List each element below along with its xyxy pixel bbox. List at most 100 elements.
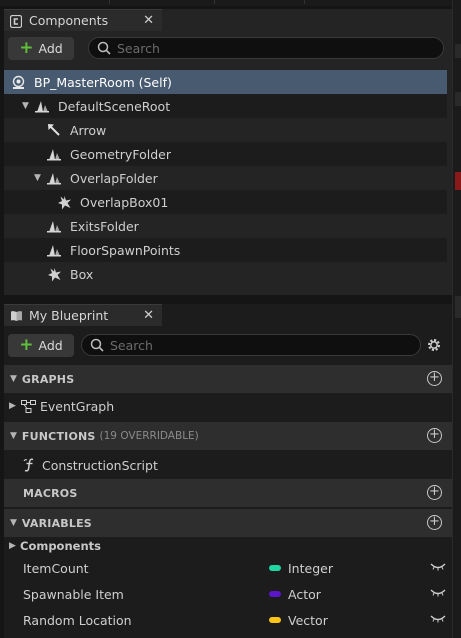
tree-label: DefaultSceneRoot bbox=[58, 98, 171, 114]
blueprint-search[interactable] bbox=[81, 334, 421, 356]
variable-type-label: Vector bbox=[288, 612, 328, 628]
scene-component-icon bbox=[46, 146, 62, 162]
tree-label: ExitsFolder bbox=[70, 218, 139, 234]
search-icon bbox=[97, 41, 111, 55]
tree-label: Arrow bbox=[70, 122, 107, 138]
expand-arrow-icon[interactable]: ▶ bbox=[9, 401, 21, 411]
vector-pin-icon bbox=[269, 617, 281, 623]
settings-gear-icon[interactable] bbox=[426, 337, 442, 356]
variable-row-spawnable-item[interactable]: Spawnable Item Actor bbox=[4, 581, 452, 607]
section-title: MACROS bbox=[23, 486, 78, 500]
plus-icon: + bbox=[19, 37, 34, 58]
function-label: ConstructionScript bbox=[42, 457, 158, 473]
eye-closed-icon[interactable] bbox=[430, 613, 446, 628]
tree-label: BP_MasterRoom (Self) bbox=[34, 74, 172, 90]
expand-arrow-icon[interactable]: ▼ bbox=[34, 173, 46, 183]
eye-closed-icon[interactable] bbox=[430, 587, 446, 602]
tree-row-arrow[interactable]: Arrow bbox=[4, 118, 447, 142]
expand-arrow-icon[interactable]: ▼ bbox=[22, 101, 34, 111]
integer-pin-icon bbox=[269, 565, 281, 571]
edge-control bbox=[455, 172, 461, 190]
tree-row-floor-spawn-points[interactable]: FloorSpawnPoints bbox=[4, 238, 447, 262]
edge-control bbox=[455, 296, 461, 318]
add-graph-icon[interactable]: + bbox=[427, 371, 442, 386]
collapse-arrow-icon[interactable]: ▼ bbox=[10, 431, 17, 441]
tab-components[interactable]: Components ✕ bbox=[4, 9, 162, 31]
tree-row-self[interactable]: BP_MasterRoom (Self) bbox=[4, 70, 447, 94]
tab-my-blueprint[interactable]: My Blueprint ✕ bbox=[4, 304, 162, 326]
function-item-construction-script[interactable]: ConstructionScript bbox=[4, 452, 452, 478]
section-title: FUNCTIONS bbox=[21, 429, 96, 443]
components-toolbar: + Add bbox=[4, 34, 452, 62]
variable-name: ItemCount bbox=[23, 560, 89, 576]
my-blueprint-panel: My Blueprint ✕ + Add ▼ GRAPHS + ▶ EventG… bbox=[4, 304, 452, 638]
top-strip-segment bbox=[215, 0, 305, 4]
scene-root-icon bbox=[34, 98, 50, 114]
eye-closed-icon[interactable] bbox=[430, 561, 446, 576]
graph-label: EventGraph bbox=[40, 398, 115, 414]
tree-label: FloorSpawnPoints bbox=[70, 242, 181, 258]
section-title: VARIABLES bbox=[21, 516, 92, 530]
tree-label: OverlapBox01 bbox=[80, 194, 169, 210]
close-icon[interactable]: ✕ bbox=[143, 13, 154, 28]
tree-label: GeometryFolder bbox=[70, 146, 171, 162]
arrow-component-icon bbox=[46, 122, 62, 138]
tree-row-overlap-box[interactable]: OverlapBox01 bbox=[4, 190, 447, 214]
expand-arrow-icon[interactable]: ▶ bbox=[9, 541, 20, 551]
variable-type[interactable]: Actor bbox=[269, 587, 321, 602]
box-collision-icon bbox=[56, 194, 72, 210]
add-macro-icon[interactable]: + bbox=[427, 485, 442, 500]
variable-type-label: Integer bbox=[288, 560, 333, 576]
section-graphs[interactable]: ▼ GRAPHS + bbox=[4, 365, 452, 393]
variable-type[interactable]: Integer bbox=[269, 561, 333, 576]
variable-row-random-location[interactable]: Random Location Vector bbox=[4, 607, 452, 633]
search-icon bbox=[90, 338, 104, 352]
top-strip bbox=[0, 0, 461, 6]
collapse-arrow-icon[interactable]: ▼ bbox=[10, 518, 17, 528]
neighbour-panel-edge bbox=[452, 0, 461, 638]
search-input[interactable] bbox=[110, 337, 370, 353]
scene-component-icon bbox=[46, 170, 62, 186]
box-collision-icon bbox=[46, 266, 62, 282]
plus-icon: + bbox=[19, 334, 34, 355]
tree-label: OverlapFolder bbox=[70, 170, 158, 186]
section-variables[interactable]: ▼ VARIABLES + bbox=[4, 509, 452, 537]
section-subtitle: (19 OVERRIDABLE) bbox=[99, 430, 199, 442]
tab-title: Components bbox=[29, 13, 109, 28]
section-functions[interactable]: ▼ FUNCTIONS (19 OVERRIDABLE) + bbox=[4, 422, 452, 450]
tree-row-box[interactable]: Box bbox=[4, 262, 447, 286]
close-icon[interactable]: ✕ bbox=[143, 308, 154, 323]
variable-category-components[interactable]: ▶ Components bbox=[4, 535, 452, 557]
variable-row-item-count[interactable]: ItemCount Integer bbox=[4, 555, 452, 581]
scene-component-icon bbox=[46, 242, 62, 258]
tree-row-overlap-folder[interactable]: ▼ OverlapFolder bbox=[4, 166, 447, 190]
top-strip-segment bbox=[110, 0, 215, 4]
add-component-button[interactable]: + Add bbox=[8, 36, 74, 60]
function-icon bbox=[23, 458, 39, 472]
section-macros[interactable]: MACROS + bbox=[4, 479, 452, 507]
tree-label: Box bbox=[70, 266, 94, 282]
add-member-button[interactable]: + Add bbox=[8, 333, 74, 357]
add-label: Add bbox=[38, 337, 63, 353]
add-label: Add bbox=[38, 40, 63, 56]
edge-control bbox=[455, 44, 461, 58]
add-variable-icon[interactable]: + bbox=[427, 515, 442, 530]
search-input[interactable] bbox=[117, 40, 377, 56]
components-tab-icon bbox=[9, 14, 23, 28]
collapse-arrow-icon[interactable]: ▼ bbox=[10, 374, 17, 384]
book-icon bbox=[10, 310, 22, 322]
components-panel: Components ✕ + Add BP_MasterRoom (Self) … bbox=[4, 9, 452, 295]
tree-row-default-scene-root[interactable]: ▼ DefaultSceneRoot bbox=[4, 94, 447, 118]
add-function-icon[interactable]: + bbox=[427, 428, 442, 443]
tab-title: My Blueprint bbox=[29, 308, 109, 323]
variable-type[interactable]: Vector bbox=[269, 613, 328, 628]
components-search[interactable] bbox=[88, 37, 444, 59]
variable-name: Random Location bbox=[23, 612, 132, 628]
section-title: GRAPHS bbox=[21, 372, 75, 386]
tree-row-exits-folder[interactable]: ExitsFolder bbox=[4, 214, 447, 238]
edge-control bbox=[455, 92, 461, 106]
blueprint-toolbar: + Add bbox=[4, 331, 452, 359]
actor-pin-icon bbox=[269, 591, 281, 597]
tree-row-geometry-folder[interactable]: GeometryFolder bbox=[4, 142, 447, 166]
graph-item-eventgraph[interactable]: ▶ EventGraph bbox=[4, 393, 452, 419]
